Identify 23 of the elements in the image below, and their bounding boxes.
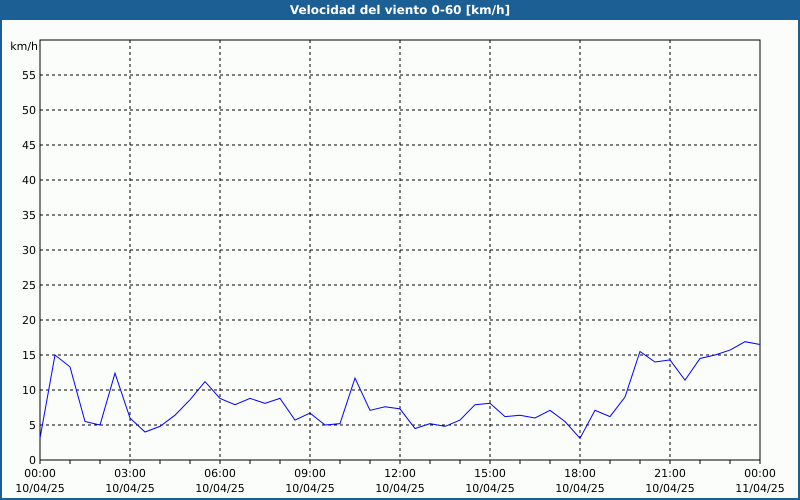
- y-axis-label: km/h: [10, 40, 38, 53]
- y-tick-label: 35: [22, 209, 36, 222]
- y-tick-label: 0: [29, 454, 36, 467]
- y-tick-label: 55: [22, 69, 36, 82]
- x-tick-label: 21:00 10/04/25: [645, 467, 695, 495]
- y-tick-label: 5: [29, 419, 36, 432]
- x-tick-label: 18:00 10/04/25: [555, 467, 605, 495]
- x-tick-label: 15:00 10/04/25: [465, 467, 515, 495]
- y-tick-label: 45: [22, 139, 36, 152]
- y-tick-label: 25: [22, 279, 36, 292]
- x-tick-label: 09:00 10/04/25: [285, 467, 335, 495]
- x-tick-label: 03:00 10/04/25: [105, 467, 155, 495]
- window-title: Velocidad del viento 0-60 [km/h]: [288, 2, 512, 19]
- x-tick-label: 00:00 10/04/25: [15, 467, 65, 495]
- y-tick-label: 10: [22, 384, 36, 397]
- y-tick-label: 20: [22, 314, 36, 327]
- y-tick-label: 50: [22, 104, 36, 117]
- y-tick-label: 15: [22, 349, 36, 362]
- x-tick-label: 00:00 11/04/25: [735, 467, 785, 495]
- y-tick-label: 30: [22, 244, 36, 257]
- x-tick-label: 12:00 10/04/25: [375, 467, 425, 495]
- x-tick-label: 06:00 10/04/25: [195, 467, 245, 495]
- y-tick-label: 40: [22, 174, 36, 187]
